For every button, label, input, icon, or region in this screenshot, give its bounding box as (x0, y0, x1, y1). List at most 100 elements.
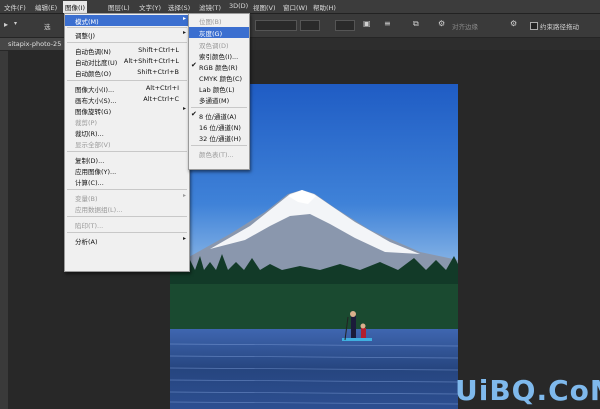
menu-item-canvas-size[interactable]: 画布大小(S)... Alt+Ctrl+C (65, 94, 189, 105)
menu-item-label: 裁切(R)... (75, 130, 104, 138)
checkmark-icon: ✔ (191, 61, 197, 69)
menu-item-apply-data-set: 应用数据组(L)... (65, 203, 189, 214)
menu-item-shortcut: Alt+Ctrl+I (145, 84, 179, 92)
menu-item-label: 陷印(T)... (75, 222, 104, 230)
menu-item-label: 自动对比度(U) (75, 59, 118, 67)
menu-item-label: 颜色表(T)... (199, 151, 234, 159)
select-label: 选 (44, 23, 51, 31)
menu-item-calculations[interactable]: 计算(C)... (65, 176, 189, 187)
menu-layer[interactable]: 图层(L) (108, 2, 130, 12)
menu-filter[interactable]: 滤镜(T) (199, 2, 221, 12)
menu-item-trim[interactable]: 裁切(R)... (65, 127, 189, 138)
chevron-down-icon[interactable]: ▾ (14, 20, 17, 27)
h-input[interactable] (335, 20, 355, 31)
menu-item-label: 计算(C)... (75, 179, 104, 187)
constrain-path-label: 约束路径拖动 (540, 23, 579, 31)
menu-separator (67, 80, 187, 81)
menu-item-indexed-color[interactable]: 索引颜色(I)... (189, 50, 249, 61)
menu-item-cmyk-color[interactable]: CMYK 颜色(C) (189, 72, 249, 83)
menu-item-label: 图像旋转(G) (75, 108, 112, 116)
chevron-right-icon: ▸ (182, 29, 186, 36)
menu-item-analysis[interactable]: 分析(A) ▸ (65, 235, 189, 246)
menu-separator (67, 151, 187, 152)
menu-separator (67, 232, 187, 233)
path-operations-icon[interactable]: ▣ (363, 19, 371, 28)
menu-item-32bit[interactable]: 32 位/通道(H) (189, 132, 249, 143)
menu-item-label: 复制(D)... (75, 157, 105, 165)
menu-item-label: 32 位/通道(H) (199, 135, 241, 143)
menu-edit[interactable]: 编辑(E) (35, 2, 57, 12)
menu-item-auto-contrast[interactable]: 自动对比度(U) Alt+Shift+Ctrl+L (65, 56, 189, 67)
menu-item-label: 16 位/通道(N) (199, 124, 241, 132)
menu-item-label: 裁剪(P) (75, 119, 97, 127)
menu-view[interactable]: 视图(V) (253, 2, 276, 12)
menu-item-shortcut: Alt+Shift+Ctrl+L (123, 57, 179, 65)
menu-window[interactable]: 窗口(W) (283, 2, 308, 12)
w-input[interactable] (300, 20, 320, 31)
menu-item-duotone: 双色调(D) (189, 39, 249, 50)
path-select-tool-icon[interactable]: ▸ (4, 20, 8, 29)
menu-item-image-size[interactable]: 图像大小(I)... Alt+Ctrl+I (65, 83, 189, 94)
menu-item-8bit[interactable]: ✔ 8 位/通道(A) (189, 110, 249, 121)
menu-item-mode[interactable]: 模式(M) ▸ (65, 15, 189, 26)
image-menu: 模式(M) ▸ 调整(J) ▸ 自动色调(N) Shift+Ctrl+L 自动对… (64, 13, 190, 272)
menu-item-label: Lab 颜色(L) (199, 86, 235, 94)
menu-type[interactable]: 文字(Y) (139, 2, 161, 12)
settings-gear-icon[interactable]: ⚙ (510, 19, 517, 28)
menu-item-label: 自动颜色(O) (75, 70, 112, 78)
menu-item-label: 位图(B) (199, 18, 222, 26)
menu-image[interactable]: 图像(I) (63, 1, 87, 13)
menu-separator (191, 107, 247, 108)
gear-icon[interactable]: ⚙ (438, 19, 445, 28)
menu-item-label: RGB 颜色(R) (199, 64, 238, 72)
menu-item-shortcut: Shift+Ctrl+B (137, 68, 179, 76)
menu-item-label: 双色调(D) (199, 42, 229, 50)
document-tab-label: sitapix-photo-25 (8, 40, 62, 48)
menu-item-label: 索引颜色(I)... (199, 53, 239, 61)
menu-item-label: 分析(A) (75, 238, 98, 246)
menu-item-color-table: 颜色表(T)... (189, 148, 249, 159)
path-arrangement-icon[interactable]: ⧉ (413, 19, 419, 29)
menu-item-label: 8 位/通道(A) (199, 113, 237, 121)
menu-item-label: 应用图像(Y)... (75, 168, 117, 176)
menu-separator (67, 216, 187, 217)
chevron-right-icon: ▸ (182, 15, 186, 22)
menu-item-auto-tone[interactable]: 自动色调(N) Shift+Ctrl+L (65, 45, 189, 56)
menu-select[interactable]: 选择(S) (168, 2, 190, 12)
mode-submenu: 位图(B) 灰度(G) 双色调(D) 索引颜色(I)... ✔ RGB 颜色(R… (188, 13, 250, 170)
menu-item-apply-image[interactable]: 应用图像(Y)... (65, 165, 189, 176)
path-alignment-icon[interactable]: ≡ (384, 19, 391, 28)
stroke-width-input[interactable] (255, 20, 297, 31)
menu-item-label: 调整(J) (75, 32, 95, 40)
menu-help[interactable]: 帮助(H) (313, 2, 336, 12)
menu-item-image-rotation[interactable]: 图像旋转(G) ▸ (65, 105, 189, 116)
tools-panel (0, 51, 8, 409)
align-edges-label: 对齐边缘 (452, 23, 478, 31)
menu-3d[interactable]: 3D(D) (229, 2, 248, 10)
menu-item-shortcut: Shift+Ctrl+L (138, 46, 179, 54)
menu-item-16bit[interactable]: 16 位/通道(N) (189, 121, 249, 132)
menu-item-adjustments[interactable]: 调整(J) ▸ (65, 29, 189, 40)
menu-item-label: 显示全部(V) (75, 141, 111, 149)
chevron-right-icon: ▸ (182, 235, 186, 242)
chevron-right-icon: ▸ (182, 105, 186, 112)
menu-item-lab-color[interactable]: Lab 颜色(L) (189, 83, 249, 94)
menu-item-trap: 陷印(T)... (65, 219, 189, 230)
menu-item-multichannel[interactable]: 多通道(M) (189, 94, 249, 105)
menu-item-auto-color[interactable]: 自动颜色(O) Shift+Ctrl+B (65, 67, 189, 78)
menu-separator (191, 145, 247, 146)
menu-item-reveal-all: 显示全部(V) (65, 138, 189, 149)
menu-item-variables: 变量(B) ▸ (65, 192, 189, 203)
menu-item-rgb-color[interactable]: ✔ RGB 颜色(R) (189, 61, 249, 72)
menu-bar: 文件(F) 编辑(E) 图像(I) 图层(L) 文字(Y) 选择(S) 滤镜(T… (0, 0, 600, 14)
menu-item-duplicate[interactable]: 复制(D)... (65, 154, 189, 165)
menu-item-label: 自动色调(N) (75, 48, 111, 56)
menu-item-grayscale[interactable]: 灰度(G) (189, 27, 249, 38)
menu-separator (67, 42, 187, 43)
menu-file[interactable]: 文件(F) (4, 2, 26, 12)
menu-item-label: 画布大小(S)... (75, 97, 117, 105)
menu-item-label: 应用数据组(L)... (75, 206, 123, 214)
watermark-text: UiBQ.CoM (455, 374, 600, 407)
document-tab[interactable]: sitapix-photo-25 (0, 38, 64, 50)
constrain-path-checkbox[interactable] (530, 22, 538, 30)
